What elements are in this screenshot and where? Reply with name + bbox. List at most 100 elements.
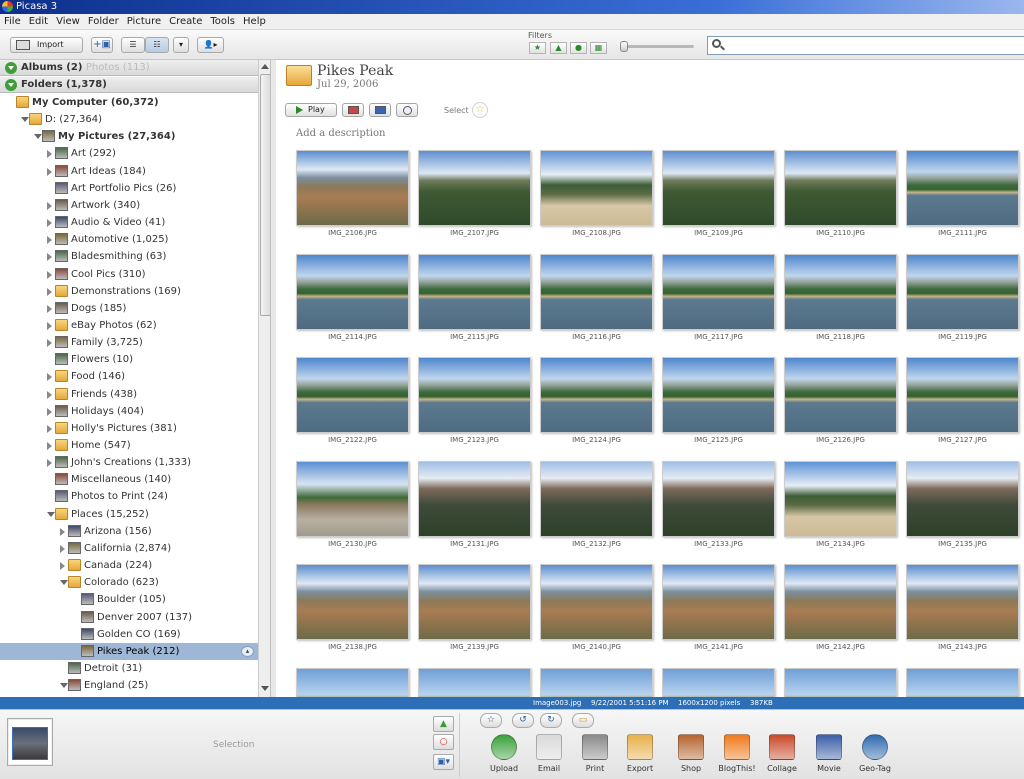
folder-tree-item[interactable]: Pikes Peak (212) ▴ bbox=[0, 642, 258, 660]
upload-folder-icon[interactable]: ▴ bbox=[241, 645, 254, 657]
menu-help[interactable]: Help bbox=[239, 14, 270, 29]
folder-tree-item[interactable]: Friends (438) bbox=[0, 386, 258, 403]
photo-thumbnail[interactable] bbox=[296, 564, 409, 641]
collage-button[interactable]: Collage bbox=[762, 734, 802, 773]
menu-create[interactable]: Create bbox=[165, 14, 206, 29]
photo-thumbnail[interactable] bbox=[784, 357, 897, 434]
date-filter-slider[interactable] bbox=[620, 41, 694, 52]
folder-tree-item[interactable]: Boulder (105) bbox=[0, 591, 258, 608]
sidebar-scrollbar[interactable] bbox=[258, 60, 270, 697]
expand-right-arrow-icon[interactable] bbox=[47, 390, 52, 399]
expand-right-arrow-icon[interactable] bbox=[47, 459, 52, 468]
blogthis-button[interactable]: BlogThis! bbox=[717, 734, 757, 773]
folders-header[interactable]: Folders (1,378) bbox=[0, 77, 258, 93]
photo-thumbnail[interactable] bbox=[784, 564, 897, 641]
upload-button[interactable]: Upload bbox=[484, 734, 524, 773]
photo-thumbnail[interactable] bbox=[296, 357, 409, 434]
expand-right-arrow-icon[interactable] bbox=[47, 287, 52, 296]
expand-right-arrow-icon[interactable] bbox=[47, 270, 52, 279]
print-button[interactable]: Print bbox=[575, 734, 615, 773]
scroll-up-icon[interactable] bbox=[261, 64, 269, 69]
movies-filter-button[interactable]: ▦ bbox=[590, 42, 607, 54]
folder-tree-item[interactable]: Flowers (10) bbox=[0, 351, 258, 368]
photo-thumbnail[interactable] bbox=[906, 150, 1019, 226]
expand-right-arrow-icon[interactable] bbox=[47, 219, 52, 228]
folder-tree-item[interactable]: Audio & Video (41) bbox=[0, 214, 258, 231]
clear-tray-button[interactable]: ○ bbox=[433, 734, 454, 750]
expand-down-arrow-icon[interactable] bbox=[60, 580, 68, 586]
photo-thumbnail[interactable] bbox=[540, 668, 653, 697]
expand-right-arrow-icon[interactable] bbox=[47, 167, 52, 176]
faces-filter-button[interactable]: ● bbox=[570, 42, 587, 54]
folder-tree-item[interactable]: Family (3,725) bbox=[0, 334, 258, 351]
list-view-button[interactable]: ☰ bbox=[121, 37, 145, 53]
albums-header[interactable]: Albums (2) Photos (113) bbox=[0, 60, 258, 76]
photo-thumbnail[interactable] bbox=[540, 253, 653, 330]
folder-tree-item[interactable]: Photos to Print (24) bbox=[0, 488, 258, 505]
expand-right-arrow-icon[interactable] bbox=[47, 150, 52, 159]
photo-thumbnail[interactable] bbox=[540, 564, 653, 641]
photo-thumbnail[interactable] bbox=[418, 564, 531, 641]
folder-tree-item[interactable]: Golden CO (169) bbox=[0, 626, 258, 643]
folder-tree-item[interactable]: Canada (224) bbox=[0, 557, 258, 574]
photo-thumbnail[interactable] bbox=[906, 668, 1019, 697]
folder-tree-item[interactable]: Art (292) bbox=[0, 145, 258, 162]
photo-thumbnail[interactable] bbox=[784, 253, 897, 330]
scroll-down-icon[interactable] bbox=[261, 686, 269, 691]
folder-tray-button[interactable]: ▭ bbox=[572, 713, 594, 728]
expand-right-arrow-icon[interactable] bbox=[47, 442, 52, 450]
add-to-album-button[interactable]: +▣ bbox=[91, 37, 113, 53]
expand-right-arrow-icon[interactable] bbox=[47, 236, 52, 245]
photo-thumbnail[interactable] bbox=[662, 357, 775, 434]
expand-right-arrow-icon[interactable] bbox=[60, 544, 65, 553]
folder-tree-item[interactable]: Dogs (185) bbox=[0, 300, 258, 317]
folder-tree-item[interactable]: My Pictures (27,364) bbox=[0, 128, 258, 145]
expand-down-arrow-icon[interactable] bbox=[60, 683, 68, 689]
star-tray-button[interactable]: ☆ bbox=[480, 713, 502, 728]
expand-right-arrow-icon[interactable] bbox=[47, 201, 52, 210]
folder-tree-item[interactable]: Denver 2007 (137) bbox=[0, 609, 258, 626]
expand-right-arrow-icon[interactable] bbox=[47, 424, 52, 433]
photo-thumbnail[interactable] bbox=[540, 357, 653, 434]
slider-knob[interactable] bbox=[620, 41, 628, 52]
folder-tree-item[interactable]: John's Creations (1,333) bbox=[0, 454, 258, 471]
photo-thumbnail[interactable] bbox=[784, 460, 897, 537]
folder-tree-item[interactable]: California (2,874) bbox=[0, 540, 258, 557]
photo-thumbnail[interactable] bbox=[296, 668, 409, 697]
menu-edit[interactable]: Edit bbox=[25, 14, 52, 29]
folder-tree-item[interactable]: Home (547) bbox=[0, 437, 258, 454]
starred-filter-button[interactable]: ★ bbox=[529, 42, 546, 54]
photo-thumbnail[interactable] bbox=[906, 253, 1019, 330]
folder-tree-item[interactable]: Holly's Pictures (381) bbox=[0, 420, 258, 437]
folder-tree-item[interactable]: Detroit (31) bbox=[0, 660, 258, 677]
expand-right-arrow-icon[interactable] bbox=[47, 373, 52, 382]
photo-thumbnail[interactable] bbox=[662, 253, 775, 330]
album-description[interactable]: Add a description bbox=[296, 128, 385, 139]
photo-thumbnail[interactable] bbox=[784, 668, 897, 697]
add-to-album-dropdown[interactable]: ▣▾ bbox=[433, 754, 454, 770]
tray-thumbnail[interactable] bbox=[12, 727, 48, 760]
folder-tree-item[interactable]: D: (27,364) bbox=[0, 111, 258, 128]
photo-thumbnail[interactable] bbox=[540, 460, 653, 537]
tree-view-button[interactable]: ☷ bbox=[145, 37, 169, 53]
menu-file[interactable]: File bbox=[0, 14, 25, 29]
expand-right-arrow-icon[interactable] bbox=[60, 527, 65, 536]
expand-right-arrow-icon[interactable] bbox=[47, 253, 52, 262]
folder-tree-item[interactable]: Artwork (340) bbox=[0, 197, 258, 214]
folder-tree-item[interactable]: Art Ideas (184) bbox=[0, 163, 258, 180]
people-button[interactable]: 👤▸ bbox=[197, 37, 224, 53]
folder-tree-item[interactable]: Places (15,252) bbox=[0, 506, 258, 523]
photo-thumbnail[interactable] bbox=[296, 253, 409, 330]
geotag-button[interactable]: Geo-Tag bbox=[855, 734, 895, 773]
folder-tree-item[interactable]: England (25) bbox=[0, 677, 258, 694]
view-dropdown-button[interactable]: ▾ bbox=[173, 37, 189, 53]
expand-right-arrow-icon[interactable] bbox=[47, 407, 52, 416]
menu-folder[interactable]: Folder bbox=[84, 14, 123, 29]
photo-thumbnail[interactable] bbox=[906, 460, 1019, 537]
expand-down-arrow-icon[interactable] bbox=[21, 117, 29, 123]
menu-view[interactable]: View bbox=[52, 14, 84, 29]
photo-thumbnail[interactable] bbox=[296, 460, 409, 537]
collage-album-button[interactable] bbox=[342, 103, 364, 117]
photo-thumbnail[interactable] bbox=[662, 460, 775, 537]
folder-tree-item[interactable]: Food (146) bbox=[0, 368, 258, 385]
